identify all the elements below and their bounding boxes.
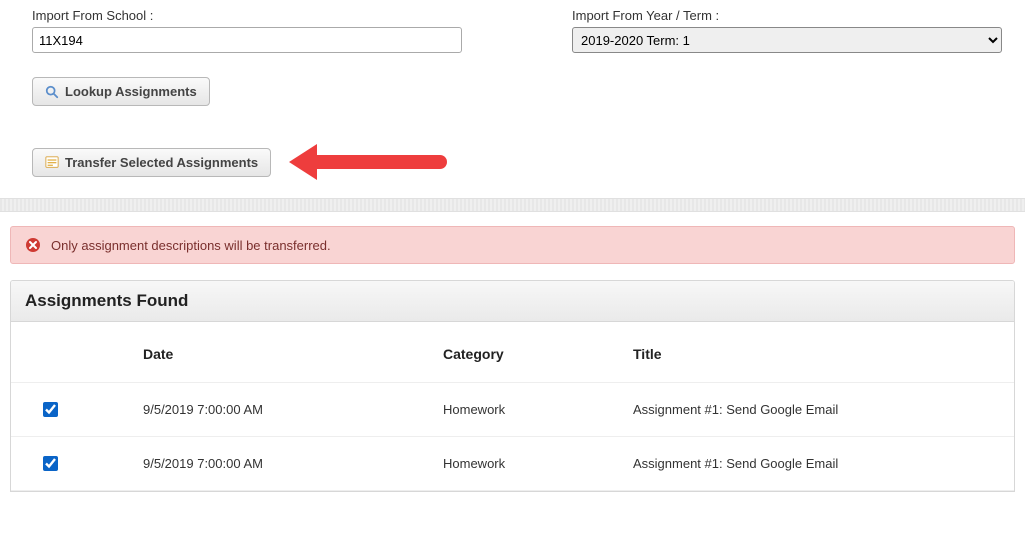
cell-category: Homework bbox=[431, 383, 621, 437]
cell-title: Assignment #1: Send Google Email bbox=[621, 437, 1014, 491]
assignments-table: Date Category Title 9/5/2019 7:00:00 AMH… bbox=[11, 322, 1014, 491]
table-row: 9/5/2019 7:00:00 AMHomeworkAssignment #1… bbox=[11, 383, 1014, 437]
cell-title: Assignment #1: Send Google Email bbox=[621, 383, 1014, 437]
info-alert: Only assignment descriptions will be tra… bbox=[10, 226, 1015, 264]
table-row: 9/5/2019 7:00:00 AMHomeworkAssignment #1… bbox=[11, 437, 1014, 491]
cell-category: Homework bbox=[431, 437, 621, 491]
import-term-label: Import From Year / Term : bbox=[572, 8, 1002, 23]
cell-date: 9/5/2019 7:00:00 AM bbox=[131, 383, 431, 437]
transfer-icon bbox=[45, 155, 59, 169]
alert-text: Only assignment descriptions will be tra… bbox=[51, 238, 331, 253]
col-header-date: Date bbox=[131, 322, 431, 383]
panel-title: Assignments Found bbox=[11, 281, 1014, 322]
transfer-button-label: Transfer Selected Assignments bbox=[65, 155, 258, 170]
lookup-button-label: Lookup Assignments bbox=[65, 84, 197, 99]
assignments-panel: Assignments Found Date Category Title 9/… bbox=[10, 280, 1015, 492]
import-term-select[interactable]: 2019-2020 Term: 1 bbox=[572, 27, 1002, 53]
col-header-title: Title bbox=[621, 322, 1014, 383]
search-icon bbox=[45, 85, 59, 99]
lookup-assignments-button[interactable]: Lookup Assignments bbox=[32, 77, 210, 106]
error-icon bbox=[25, 237, 41, 253]
section-divider bbox=[0, 198, 1025, 212]
import-school-label: Import From School : bbox=[32, 8, 462, 23]
col-header-checkbox bbox=[11, 322, 131, 383]
row-checkbox[interactable] bbox=[43, 456, 58, 471]
col-header-category: Category bbox=[431, 322, 621, 383]
row-checkbox[interactable] bbox=[43, 402, 58, 417]
transfer-assignments-button[interactable]: Transfer Selected Assignments bbox=[32, 148, 271, 177]
cell-date: 9/5/2019 7:00:00 AM bbox=[131, 437, 431, 491]
callout-arrow bbox=[289, 144, 447, 180]
import-school-input[interactable] bbox=[32, 27, 462, 53]
